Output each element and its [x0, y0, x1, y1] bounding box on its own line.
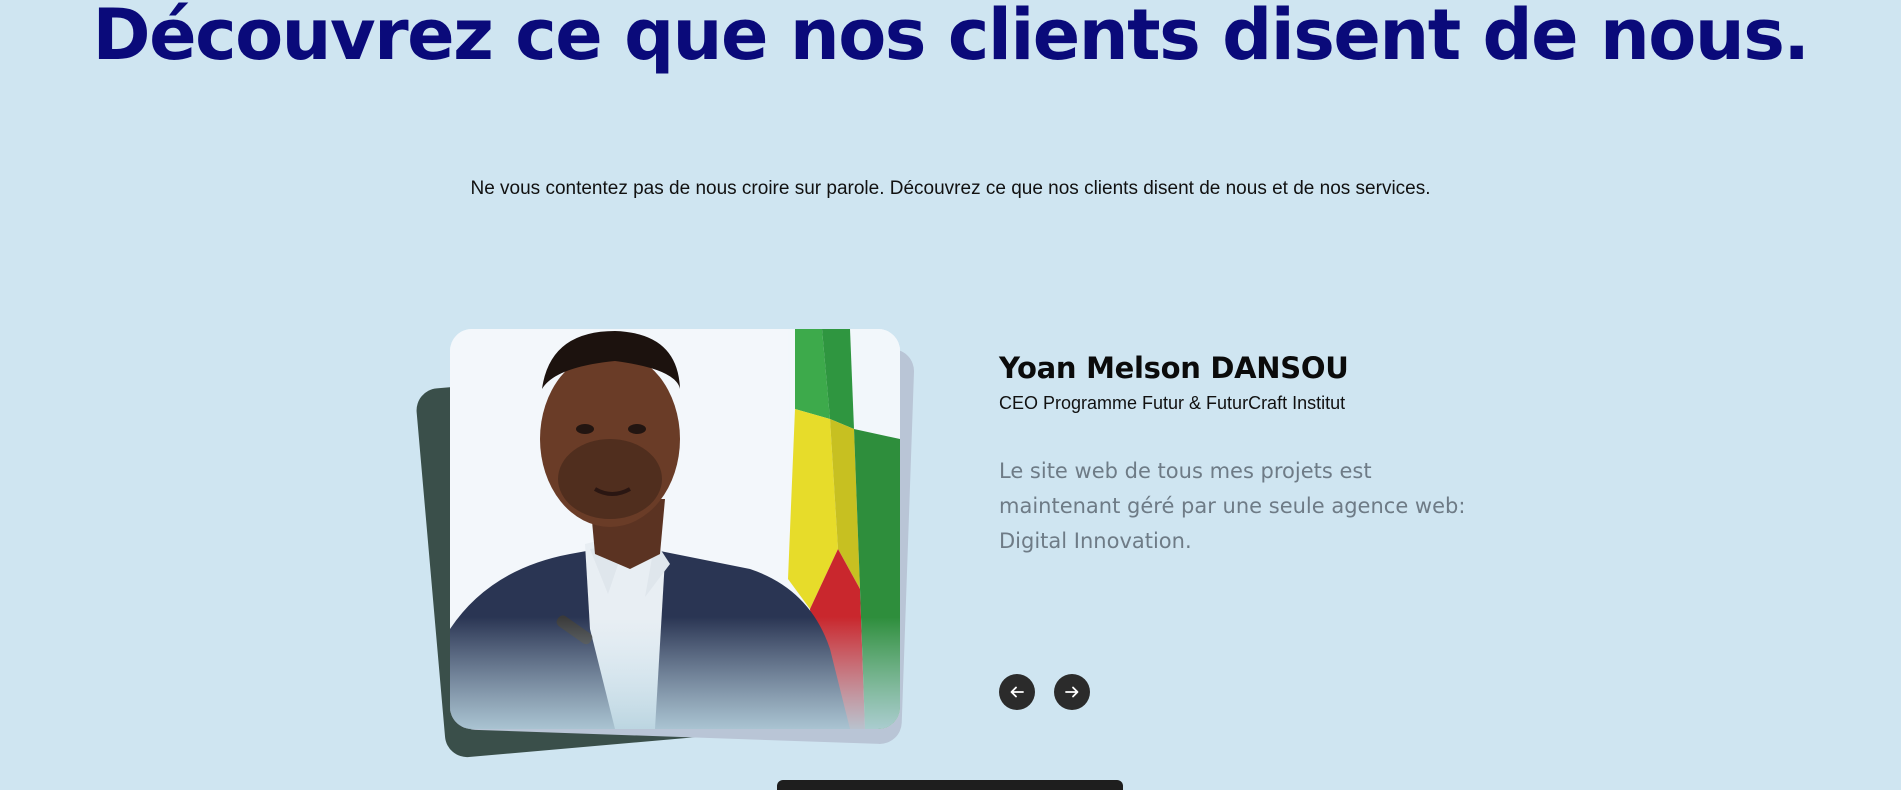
previous-testimonial-button[interactable] [999, 674, 1035, 710]
testimonial-name: Yoan Melson DANSOU [999, 351, 1349, 385]
section-subtitle: Ne vous contentez pas de nous croire sur… [470, 178, 1431, 199]
testimonial-photo [450, 329, 900, 729]
testimonial-role: CEO Programme Futur & FuturCraft Institu… [999, 393, 1346, 413]
arrow-right-icon [1063, 683, 1081, 701]
arrow-left-icon [1008, 683, 1026, 701]
next-testimonial-button[interactable] [1054, 674, 1090, 710]
section-bottom-edge [777, 780, 1123, 790]
testimonial-quote: Le site web de tous mes projets est main… [999, 459, 1466, 553]
section-headline: Découvrez ce que nos clients disent de n… [92, 0, 1811, 76]
